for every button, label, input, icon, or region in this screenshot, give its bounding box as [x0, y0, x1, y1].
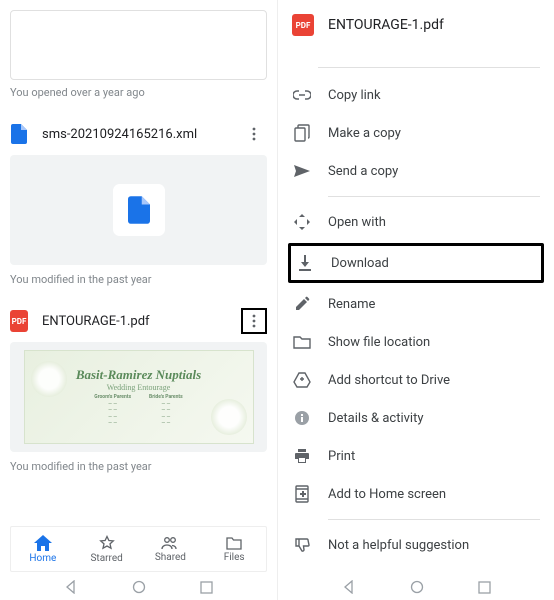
system-nav: [278, 574, 554, 600]
menu-show-location[interactable]: Show file location: [278, 323, 554, 361]
file-title: ENTOURAGE-1.pdf: [42, 314, 241, 329]
print-icon: [292, 446, 312, 466]
nav-home-icon[interactable]: [410, 580, 424, 594]
divider: [328, 519, 540, 520]
more-button[interactable]: [241, 121, 267, 147]
nav-recent-icon[interactable]: [478, 581, 491, 594]
file-thumbnail[interactable]: [10, 155, 267, 265]
sheet-header: PDF ENTOURAGE-1.pdf: [278, 0, 554, 54]
info-icon: [292, 408, 312, 428]
actions-menu: Copy link Make a copy Send a copy Op: [278, 68, 554, 572]
menu-make-copy[interactable]: Make a copy: [278, 114, 554, 152]
menu-download-highlighted[interactable]: Download: [288, 243, 544, 283]
nav-home[interactable]: Home: [11, 527, 75, 571]
system-nav: [0, 574, 277, 600]
file-list: You opened over a year ago sms-202109241…: [0, 0, 277, 530]
add-home-icon: [292, 484, 312, 504]
send-icon: [292, 161, 312, 181]
menu-copy-link[interactable]: Copy link: [278, 76, 554, 114]
drive-shortcut-icon: [292, 370, 312, 390]
bottom-nav: Home Starred Shared Files: [10, 526, 267, 572]
download-icon: [295, 253, 315, 273]
divider: [328, 196, 540, 197]
nav-home-icon[interactable]: [132, 580, 146, 594]
thumbs-down-icon: [292, 535, 312, 555]
menu-print[interactable]: Print: [278, 437, 554, 475]
more-button-highlighted[interactable]: [241, 308, 267, 334]
menu-open-with[interactable]: Open with: [278, 203, 554, 241]
file-actions-sheet: PDF ENTOURAGE-1.pdf Make available offli…: [277, 0, 554, 600]
menu-add-shortcut[interactable]: Add shortcut to Drive: [278, 361, 554, 399]
file-thumbnail[interactable]: Basit-Ramirez Nuptials Wedding Entourage…: [10, 342, 267, 452]
nav-back-icon[interactable]: [342, 580, 356, 594]
open-with-icon: [292, 212, 312, 232]
menu-add-home-screen[interactable]: Add to Home screen: [278, 475, 554, 513]
drive-screen: You opened over a year ago sms-202109241…: [0, 0, 277, 600]
menu-item-offline-partial[interactable]: Make available offline: [318, 54, 540, 68]
pdf-icon: PDF: [292, 14, 314, 36]
file-meta: You opened over a year ago: [10, 86, 267, 99]
file-row[interactable]: sms-20210924165216.xml: [10, 117, 267, 155]
nav-files[interactable]: Files: [202, 527, 266, 571]
file-preview-prior[interactable]: [10, 10, 267, 80]
rename-icon: [292, 294, 312, 314]
menu-rename[interactable]: Rename: [278, 285, 554, 323]
menu-send-copy[interactable]: Send a copy: [278, 152, 554, 190]
link-icon: [292, 85, 312, 105]
menu-details[interactable]: Details & activity: [278, 399, 554, 437]
nav-recent-icon[interactable]: [200, 581, 213, 594]
menu-not-helpful[interactable]: Not a helpful suggestion: [278, 526, 554, 564]
nav-shared[interactable]: Shared: [139, 527, 203, 571]
file-row[interactable]: PDF ENTOURAGE-1.pdf: [10, 304, 267, 342]
nav-back-icon[interactable]: [64, 580, 78, 594]
folder-icon: [292, 332, 312, 352]
pdf-preview: Basit-Ramirez Nuptials Wedding Entourage…: [24, 350, 254, 444]
copy-icon: [292, 123, 312, 143]
file-type-icon: [10, 125, 28, 143]
file-title: sms-20210924165216.xml: [42, 127, 241, 142]
sheet-title: ENTOURAGE-1.pdf: [328, 17, 444, 33]
file-meta: You modified in the past year: [10, 273, 267, 286]
file-meta: You modified in the past year: [10, 460, 267, 473]
pdf-icon: PDF: [10, 310, 28, 332]
nav-starred[interactable]: Starred: [75, 527, 139, 571]
